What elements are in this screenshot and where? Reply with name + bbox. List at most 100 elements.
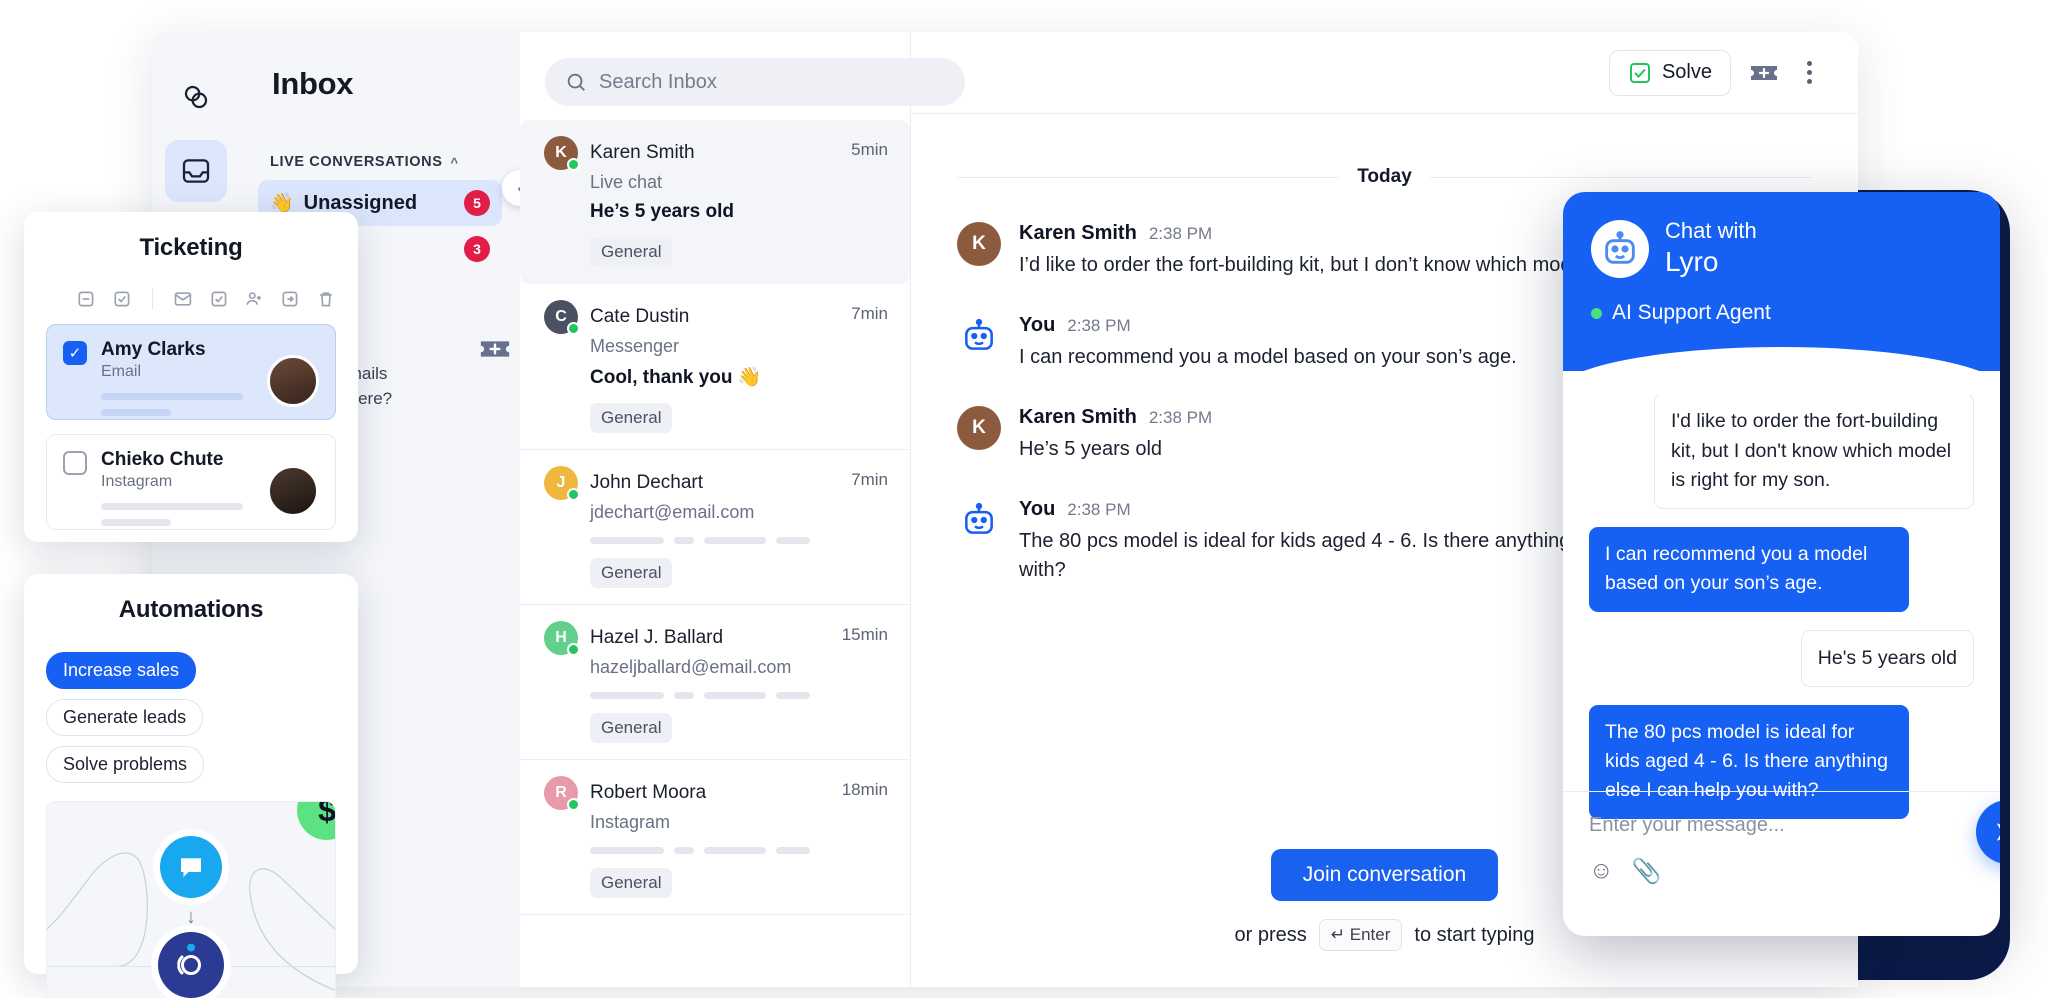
conversation-time: 18min xyxy=(842,780,888,800)
message-text: I can recommend you a model based on you… xyxy=(1019,343,1517,372)
brand-logo-icon[interactable] xyxy=(165,66,227,128)
conversation-tag: General xyxy=(590,558,672,588)
check-square-icon[interactable] xyxy=(112,289,132,309)
preview-skeleton xyxy=(590,692,888,699)
ticket-row[interactable]: ✓ Amy Clarks Email xyxy=(46,324,336,420)
core-node-icon xyxy=(158,932,224,998)
list-item[interactable]: 7min C Cate Dustin Messenger Cool, thank… xyxy=(520,284,910,450)
avatar: C xyxy=(544,300,578,334)
online-dot-icon xyxy=(567,488,580,501)
solve-button[interactable]: Solve xyxy=(1609,50,1731,96)
automations-card: Automations Increase sales Generate lead… xyxy=(24,574,358,974)
bot-avatar-icon xyxy=(957,314,1001,358)
automations-card-title: Automations xyxy=(46,596,336,624)
conversation-channel: Live chat xyxy=(590,172,888,193)
avatar xyxy=(267,465,319,517)
send-button[interactable] xyxy=(1976,800,2000,864)
lyro-bot-icon xyxy=(1591,220,1649,278)
conversation-channel: jdechart@email.com xyxy=(590,502,888,523)
message-time: 2:38 PM xyxy=(1149,224,1212,244)
avatar: K xyxy=(544,136,578,170)
move-to-icon[interactable] xyxy=(280,289,300,309)
delete-icon[interactable] xyxy=(316,289,336,309)
ticket-row[interactable]: Chieko Chute Instagram xyxy=(46,434,336,530)
conversation-time: 7min xyxy=(851,470,888,490)
add-ticket-icon[interactable] xyxy=(1749,62,1779,84)
conversation-channel: Instagram xyxy=(590,812,888,833)
conversation-name: Karen Smith xyxy=(590,142,695,164)
attachment-icon[interactable]: 📎 xyxy=(1632,857,1662,886)
status-badge: 5 xyxy=(464,190,490,216)
avatar xyxy=(267,355,319,407)
avatar: H xyxy=(544,621,578,655)
press-suffix: to start typing xyxy=(1414,924,1534,947)
conversation-name: Cate Dustin xyxy=(590,306,689,328)
thread-toolbar: Solve xyxy=(911,32,1858,114)
conversation-time: 15min xyxy=(842,625,888,645)
conversation-channel: hazeljballard@email.com xyxy=(590,657,888,678)
conversation-list-panel: ‹ 👋 Unassigned 5min K Karen Smith Live c… xyxy=(520,32,910,987)
add-ticket-icon[interactable] xyxy=(478,337,512,361)
widget-message-user: I'd like to order the fort-building kit,… xyxy=(1654,393,1974,509)
lyro-chat-widget: Chat with Lyro AI Support Agent I'd like… xyxy=(1563,192,2000,936)
day-label: Today xyxy=(1357,166,1412,188)
emoji-icon[interactable]: ☺ xyxy=(1589,857,1614,886)
toolbar-divider xyxy=(152,288,153,310)
press-prefix: or press xyxy=(1235,924,1307,947)
day-separator: Today xyxy=(957,166,1812,188)
online-dot-icon xyxy=(567,643,580,656)
conversation-channel: Messenger xyxy=(590,336,888,357)
avatar: K xyxy=(957,406,1001,450)
assign-user-icon[interactable] xyxy=(244,289,264,309)
avatar: J xyxy=(544,466,578,500)
widget-title-small: Chat with xyxy=(1665,218,1757,244)
join-conversation-button[interactable]: Join conversation xyxy=(1271,849,1498,901)
send-icon xyxy=(1993,817,2000,847)
message-time: 2:38 PM xyxy=(1067,500,1130,520)
row-checkbox[interactable]: ✓ xyxy=(63,341,87,365)
minus-square-icon[interactable] xyxy=(76,289,96,309)
preview-skeleton xyxy=(590,537,888,544)
online-dot-icon xyxy=(567,798,580,811)
widget-message-input[interactable]: Enter your message... xyxy=(1589,814,1974,837)
resolve-icon[interactable] xyxy=(209,289,229,309)
list-item[interactable]: 15min H Hazel J. Ballard hazeljballard@e… xyxy=(520,605,910,760)
conversation-tag: General xyxy=(590,713,672,743)
mark-unread-icon[interactable] xyxy=(173,289,193,309)
search-icon xyxy=(565,71,587,93)
avatar: R xyxy=(544,776,578,810)
chat-node-icon xyxy=(160,836,222,898)
conversation-time: 5min xyxy=(851,140,888,160)
avatar: K xyxy=(957,222,1001,266)
more-options-icon[interactable] xyxy=(1797,57,1822,88)
status-badge: 3 xyxy=(464,236,490,262)
chip-generate-leads[interactable]: Generate leads xyxy=(46,699,203,736)
search-input[interactable]: Search Inbox xyxy=(545,58,965,106)
chip-increase-sales[interactable]: Increase sales xyxy=(46,652,196,689)
ticketing-card-title: Ticketing xyxy=(46,234,336,262)
inbox-icon[interactable] xyxy=(165,140,227,202)
widget-header: Chat with Lyro AI Support Agent xyxy=(1563,192,2000,371)
sidebar-section-header[interactable]: LIVE CONVERSATIONS ^ xyxy=(270,154,502,170)
widget-message-bot: I can recommend you a model based on you… xyxy=(1589,527,1909,612)
list-item[interactable]: 5min K Karen Smith Live chat He’s 5 year… xyxy=(520,120,910,284)
chip-solve-problems[interactable]: Solve problems xyxy=(46,746,204,783)
sidebar-section-label: LIVE CONVERSATIONS xyxy=(270,154,442,170)
message-sender: You xyxy=(1019,498,1055,521)
list-item[interactable]: 18min R Robert Moora Instagram General xyxy=(520,760,910,915)
widget-messages: I'd like to order the fort-building kit,… xyxy=(1563,371,2000,791)
message-sender: Karen Smith xyxy=(1019,406,1137,429)
bot-avatar-icon xyxy=(957,498,1001,542)
check-square-icon xyxy=(1628,61,1652,85)
message-time: 2:38 PM xyxy=(1067,316,1130,336)
online-dot-icon xyxy=(1591,308,1602,319)
row-checkbox[interactable] xyxy=(63,451,87,475)
list-item[interactable]: 7min J John Dechart jdechart@email.com G… xyxy=(520,450,910,605)
widget-status: AI Support Agent xyxy=(1591,301,1972,325)
conversation-preview: He’s 5 years old xyxy=(590,201,888,223)
screenshot-root: Inbox LIVE CONVERSATIONS ^ 👋 Unassigned … xyxy=(0,0,2048,998)
automation-chips: Increase sales Generate leads Solve prob… xyxy=(46,652,336,783)
conversation-tag: General xyxy=(590,237,672,267)
conversation-preview: Cool, thank you 👋 xyxy=(590,365,888,389)
conversation-time: 7min xyxy=(851,304,888,324)
